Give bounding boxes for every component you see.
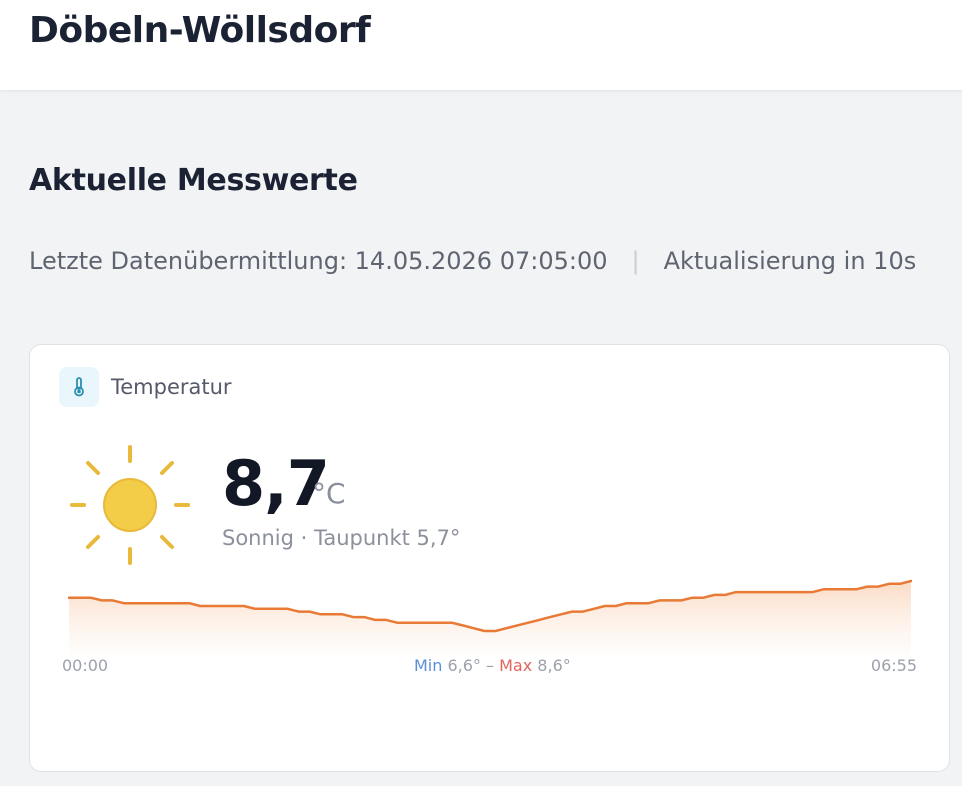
- thermometer-icon: [59, 367, 99, 407]
- x-axis-end-label: 06:55: [870, 656, 917, 675]
- card-label: Temperatur: [111, 375, 232, 399]
- temperature-unit: °C: [312, 477, 346, 510]
- location-title: Döbeln-Wöllsdorf: [29, 10, 371, 51]
- status-line: Letzte Datenübermittlung: 14.05.2026 07:…: [29, 247, 916, 275]
- condition-dewpoint: Sonnig · Taupunkt 5,7°: [222, 526, 461, 550]
- min-value: 6,6°: [447, 656, 481, 675]
- refresh-countdown: Aktualisierung in 10s: [663, 247, 917, 275]
- max-value: 8,6°: [537, 656, 571, 675]
- section-title: Aktuelle Messwerte: [29, 163, 358, 198]
- card-header: Temperatur: [59, 367, 232, 407]
- sun-icon: [70, 445, 190, 565]
- min-label: Min: [414, 656, 443, 675]
- temperature-sparkline: [68, 579, 912, 655]
- max-label: Max: [499, 656, 533, 675]
- status-separator: |: [631, 247, 640, 275]
- min-max-dash: –: [486, 656, 495, 675]
- last-transmission-text: Letzte Datenübermittlung: 14.05.2026 07:…: [29, 247, 608, 275]
- top-bar: Döbeln-Wöllsdorf: [0, 0, 962, 90]
- min-max-label: Min 6,6° – Max 8,6°: [414, 656, 571, 675]
- temperature-card[interactable]: Temperatur 8,7 °C Sonnig · Taupunkt 5,7°…: [29, 344, 950, 772]
- x-axis-start-label: 00:00: [62, 656, 109, 675]
